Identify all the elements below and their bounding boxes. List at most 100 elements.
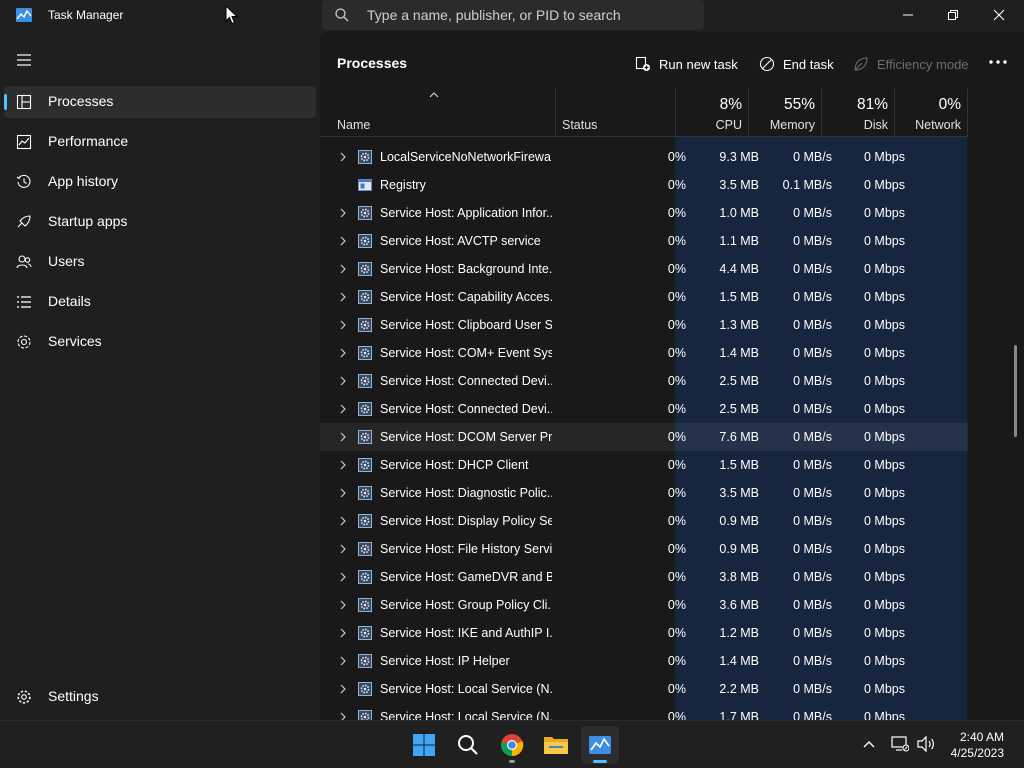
users-icon bbox=[16, 255, 32, 269]
restore-button[interactable] bbox=[930, 0, 976, 30]
close-button[interactable] bbox=[976, 0, 1022, 30]
column-header-status[interactable]: Status bbox=[562, 118, 597, 132]
expand-chevron-icon[interactable] bbox=[339, 460, 347, 470]
expand-chevron-icon[interactable] bbox=[339, 628, 347, 638]
clock-time[interactable]: 2:40 AM bbox=[960, 730, 1004, 744]
process-memory: 1.5 MB bbox=[719, 458, 759, 472]
taskbar-start-button[interactable] bbox=[405, 726, 443, 764]
process-row[interactable]: Service Host: GameDVR and B... 0% 3.8 MB 0 … bbox=[320, 563, 968, 591]
clock-date[interactable]: 4/25/2023 bbox=[951, 746, 1004, 760]
service-host-gear-icon bbox=[358, 542, 372, 556]
process-row[interactable]: Service Host: Connected Devi... 0% 2.5 MB 0… bbox=[320, 367, 968, 395]
process-row[interactable]: Service Host: Clipboard User S... 0% 1.3 M… bbox=[320, 311, 968, 339]
process-row[interactable]: Registry 0% 3.5 MB 0.1 MB/s 0 Mbps bbox=[320, 171, 968, 199]
process-row[interactable]: Service Host: Local Service (N... 0% 2.2 M… bbox=[320, 675, 968, 703]
sidebar-item-settings[interactable]: Settings bbox=[4, 681, 316, 713]
show-hidden-icons-chevron-icon[interactable] bbox=[862, 739, 876, 749]
taskbar-chrome-button[interactable] bbox=[493, 726, 531, 764]
process-disk: 0 MB/s bbox=[793, 262, 832, 276]
expand-chevron-icon[interactable] bbox=[339, 684, 347, 694]
sidebar-item-users[interactable]: Users bbox=[4, 246, 316, 278]
process-memory: 9.3 MB bbox=[719, 150, 759, 164]
process-disk: 0 MB/s bbox=[793, 570, 832, 584]
taskbar-search-button[interactable] bbox=[449, 726, 487, 764]
scrollbar-thumb[interactable] bbox=[1014, 345, 1017, 437]
expand-chevron-icon[interactable] bbox=[339, 712, 347, 720]
sidebar-item-details[interactable]: Details bbox=[4, 286, 316, 318]
process-row[interactable]: Service Host: Background Inte... 0% 4.4 MB… bbox=[320, 255, 968, 283]
process-memory: 3.6 MB bbox=[719, 598, 759, 612]
expand-chevron-icon[interactable] bbox=[339, 544, 347, 554]
minimize-button[interactable] bbox=[885, 0, 931, 30]
taskbar-task-manager-button[interactable] bbox=[581, 726, 619, 764]
process-disk: 0 MB/s bbox=[793, 318, 832, 332]
process-row[interactable]: Service Host: Connected Devi... 0% 2.5 MB 0… bbox=[320, 395, 968, 423]
process-memory: 1.2 MB bbox=[719, 626, 759, 640]
sidebar-item-performance[interactable]: Performance bbox=[4, 126, 316, 158]
process-memory: 1.1 MB bbox=[719, 234, 759, 248]
more-options-icon[interactable] bbox=[987, 52, 1009, 72]
process-row[interactable]: Service Host: File History Servi... 0% 0.9… bbox=[320, 535, 968, 563]
process-memory: 0.9 MB bbox=[719, 542, 759, 556]
sidebar-item-startup-apps[interactable]: Startup apps bbox=[4, 206, 316, 238]
expand-chevron-icon[interactable] bbox=[339, 572, 347, 582]
end-task-button[interactable]: End task bbox=[759, 52, 834, 76]
expand-chevron-icon[interactable] bbox=[339, 320, 347, 330]
title-bar[interactable]: Task Manager Type a name, publisher, or … bbox=[0, 0, 1024, 32]
process-network: 0 Mbps bbox=[864, 458, 905, 472]
network-monitor-icon[interactable] bbox=[891, 735, 909, 753]
processes-panel: Processes Run new task End task Efficien… bbox=[320, 32, 1024, 720]
process-row[interactable]: Service Host: DHCP Client 0% 1.5 MB 0 MB/s 0… bbox=[320, 451, 968, 479]
process-memory: 1.5 MB bbox=[719, 290, 759, 304]
expand-chevron-icon[interactable] bbox=[339, 488, 347, 498]
column-header-disk[interactable]: Disk bbox=[864, 118, 888, 132]
taskbar-file-explorer-button[interactable] bbox=[537, 726, 575, 764]
process-row[interactable]: Service Host: Local Service (N... 0% 1.7 M… bbox=[320, 703, 968, 720]
expand-chevron-icon[interactable] bbox=[339, 152, 347, 162]
mouse-cursor-icon bbox=[225, 5, 239, 25]
expand-chevron-icon[interactable] bbox=[339, 292, 347, 302]
running-indicator bbox=[509, 760, 515, 763]
process-memory: 1.3 MB bbox=[719, 318, 759, 332]
expand-chevron-icon[interactable] bbox=[339, 432, 347, 442]
column-header-memory[interactable]: Memory bbox=[770, 118, 815, 132]
process-row[interactable]: Service Host: IKE and AuthIP I... 0% 1.2 M… bbox=[320, 619, 968, 647]
process-cpu: 0% bbox=[667, 318, 686, 332]
process-row[interactable]: LocalServiceNoNetworkFirewa... 0% 9.3 MB 0 … bbox=[320, 143, 968, 171]
process-cpu: 0% bbox=[667, 234, 686, 248]
process-cpu: 0% bbox=[667, 710, 686, 720]
process-row[interactable]: Service Host: COM+ Event Sys... 0% 1.4 MB 0… bbox=[320, 339, 968, 367]
process-row[interactable]: Service Host: IP Helper 0% 1.4 MB 0 MB/s 0 M… bbox=[320, 647, 968, 675]
process-cpu: 0% bbox=[667, 346, 686, 360]
efficiency-mode-button[interactable]: Efficiency mode bbox=[853, 52, 969, 76]
expand-chevron-icon[interactable] bbox=[339, 376, 347, 386]
process-row[interactable]: Service Host: AVCTP service 0% 1.1 MB 0 MB/… bbox=[320, 227, 968, 255]
process-row[interactable]: Service Host: Diagnostic Polic... 0% 3.5 M… bbox=[320, 479, 968, 507]
column-header-network[interactable]: Network bbox=[915, 118, 961, 132]
expand-chevron-icon[interactable] bbox=[339, 516, 347, 526]
search-input[interactable]: Type a name, publisher, or PID to search bbox=[322, 0, 704, 30]
volume-icon[interactable] bbox=[916, 735, 936, 753]
expand-chevron-icon[interactable] bbox=[339, 348, 347, 358]
sidebar-item-services[interactable]: Services bbox=[4, 326, 316, 358]
process-row[interactable]: Service Host: Display Policy Se... 0% 0.9 … bbox=[320, 507, 968, 535]
process-row[interactable]: Service Host: Capability Acces... 0% 1.5 M… bbox=[320, 283, 968, 311]
expand-chevron-icon[interactable] bbox=[339, 236, 347, 246]
column-header-name[interactable]: Name bbox=[337, 118, 370, 132]
process-row[interactable]: Service Host: Application Infor... 0% 1.0 … bbox=[320, 199, 968, 227]
process-name: Service Host: AVCTP service bbox=[380, 234, 541, 248]
hamburger-menu-icon[interactable] bbox=[14, 50, 34, 70]
process-memory: 3.5 MB bbox=[719, 486, 759, 500]
sidebar-item-app-history[interactable]: App history bbox=[4, 166, 316, 198]
process-cpu: 0% bbox=[667, 262, 686, 276]
column-header-cpu[interactable]: CPU bbox=[716, 118, 742, 132]
expand-chevron-icon[interactable] bbox=[339, 264, 347, 274]
expand-chevron-icon[interactable] bbox=[339, 404, 347, 414]
expand-chevron-icon[interactable] bbox=[339, 600, 347, 610]
run-new-task-button[interactable]: Run new task bbox=[635, 52, 738, 76]
expand-chevron-icon[interactable] bbox=[339, 656, 347, 666]
process-row[interactable]: Service Host: Group Policy Cli... 0% 3.6 M… bbox=[320, 591, 968, 619]
process-row[interactable]: Service Host: DCOM Server Pr... 0% 7.6 MB 0… bbox=[320, 423, 968, 451]
sidebar-item-processes[interactable]: Processes bbox=[4, 86, 316, 118]
expand-chevron-icon[interactable] bbox=[339, 208, 347, 218]
